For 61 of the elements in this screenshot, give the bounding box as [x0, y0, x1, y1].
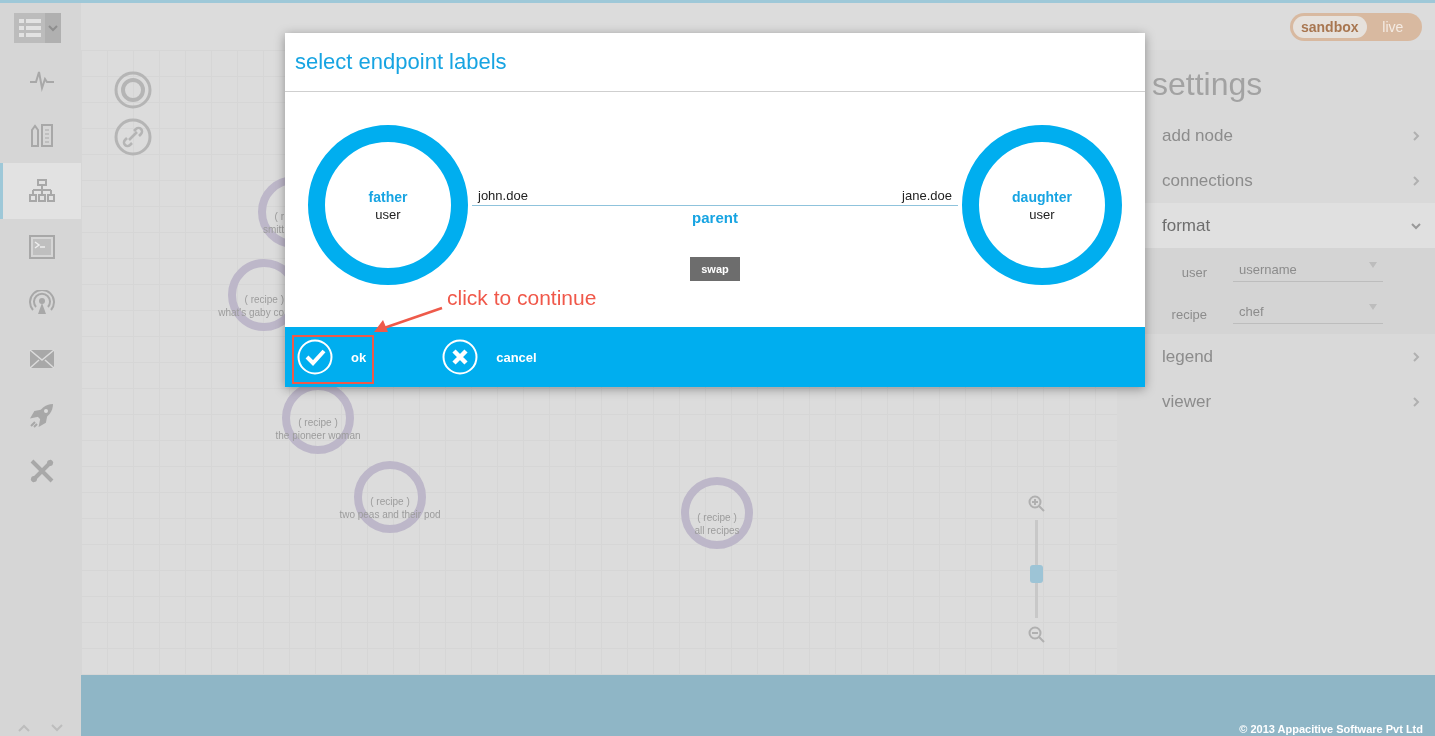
node-label: what's gaby co	[218, 306, 284, 319]
node-label: two peas and their pod	[338, 508, 442, 521]
check-icon	[297, 339, 333, 375]
settings-section[interactable]: add node	[1117, 113, 1435, 158]
field-label: recipe	[1170, 306, 1208, 322]
node-label: smitt	[262, 223, 284, 236]
relation-label: parent	[692, 209, 738, 226]
node-type: ( recipe )	[243, 293, 284, 306]
field-label: user	[1180, 264, 1208, 280]
zoom-out-icon[interactable]	[1027, 626, 1045, 643]
endpoint-label: father	[368, 188, 408, 205]
endpoint-label: daughter	[1012, 188, 1072, 205]
zoom-in-icon[interactable]	[1027, 495, 1045, 512]
chevron-icon	[1411, 175, 1421, 186]
settings-section[interactable]: connections	[1117, 158, 1435, 203]
node-type: ( recipe )	[297, 416, 339, 429]
antenna-icon	[29, 290, 55, 316]
endpoint-id: jane.doe	[902, 188, 952, 203]
tools-icon	[29, 458, 55, 484]
settings-section[interactable]: legend	[1117, 334, 1435, 379]
mode-toggle[interactable]: sandbox live	[1290, 12, 1422, 41]
menu-button[interactable]	[14, 13, 61, 43]
target-icon[interactable]	[114, 71, 152, 109]
annotation-text: click to continue	[447, 286, 597, 310]
settings-section[interactable]: viewer	[1117, 379, 1435, 424]
chevron-icon	[1411, 130, 1421, 141]
select-field[interactable]: username	[1233, 262, 1383, 282]
node-type: ( recipe )	[369, 495, 411, 508]
annotation-arrow	[372, 306, 444, 334]
select-field[interactable]: chef	[1233, 304, 1383, 324]
mode-option[interactable]: live	[1366, 15, 1419, 38]
link-icon[interactable]	[114, 118, 152, 156]
hierarchy-icon	[29, 178, 55, 204]
cancel-button[interactable]: cancel	[442, 339, 537, 375]
scroll-up-icon[interactable]	[18, 724, 31, 732]
swap-button[interactable]: swap	[690, 257, 740, 281]
endpoint-id: john.doe	[478, 188, 528, 203]
node-label: all recipes	[693, 524, 741, 537]
copyright: © 2013 Appacitive Software Pvt Ltd	[1239, 723, 1424, 736]
close-icon	[442, 339, 479, 375]
node-type: ( recipe )	[696, 511, 738, 524]
nav-item[interactable]	[0, 163, 81, 219]
zoom-thumb[interactable]	[1029, 564, 1043, 583]
scroll-down-icon[interactable]	[50, 724, 63, 732]
caret-icon	[48, 24, 58, 32]
endpoint-type: user	[1029, 206, 1055, 222]
dialog-title: select endpoint labels	[295, 49, 507, 75]
node-label: the pioneer woman	[274, 429, 362, 442]
endpoint-type: user	[375, 206, 401, 222]
chevron-icon	[1411, 220, 1421, 231]
mode-option[interactable]: sandbox	[1293, 15, 1367, 38]
pencil-list-icon	[29, 122, 55, 148]
node-ring[interactable]	[681, 477, 753, 549]
chevron-icon	[1411, 351, 1421, 362]
list-icon	[18, 19, 41, 37]
envelope-icon	[29, 349, 55, 369]
node-ring[interactable]	[354, 461, 426, 533]
ok-button[interactable]: ok	[297, 339, 367, 375]
chevron-icon	[1411, 396, 1421, 407]
rocket-icon	[29, 402, 55, 428]
terminal-icon	[29, 235, 55, 259]
